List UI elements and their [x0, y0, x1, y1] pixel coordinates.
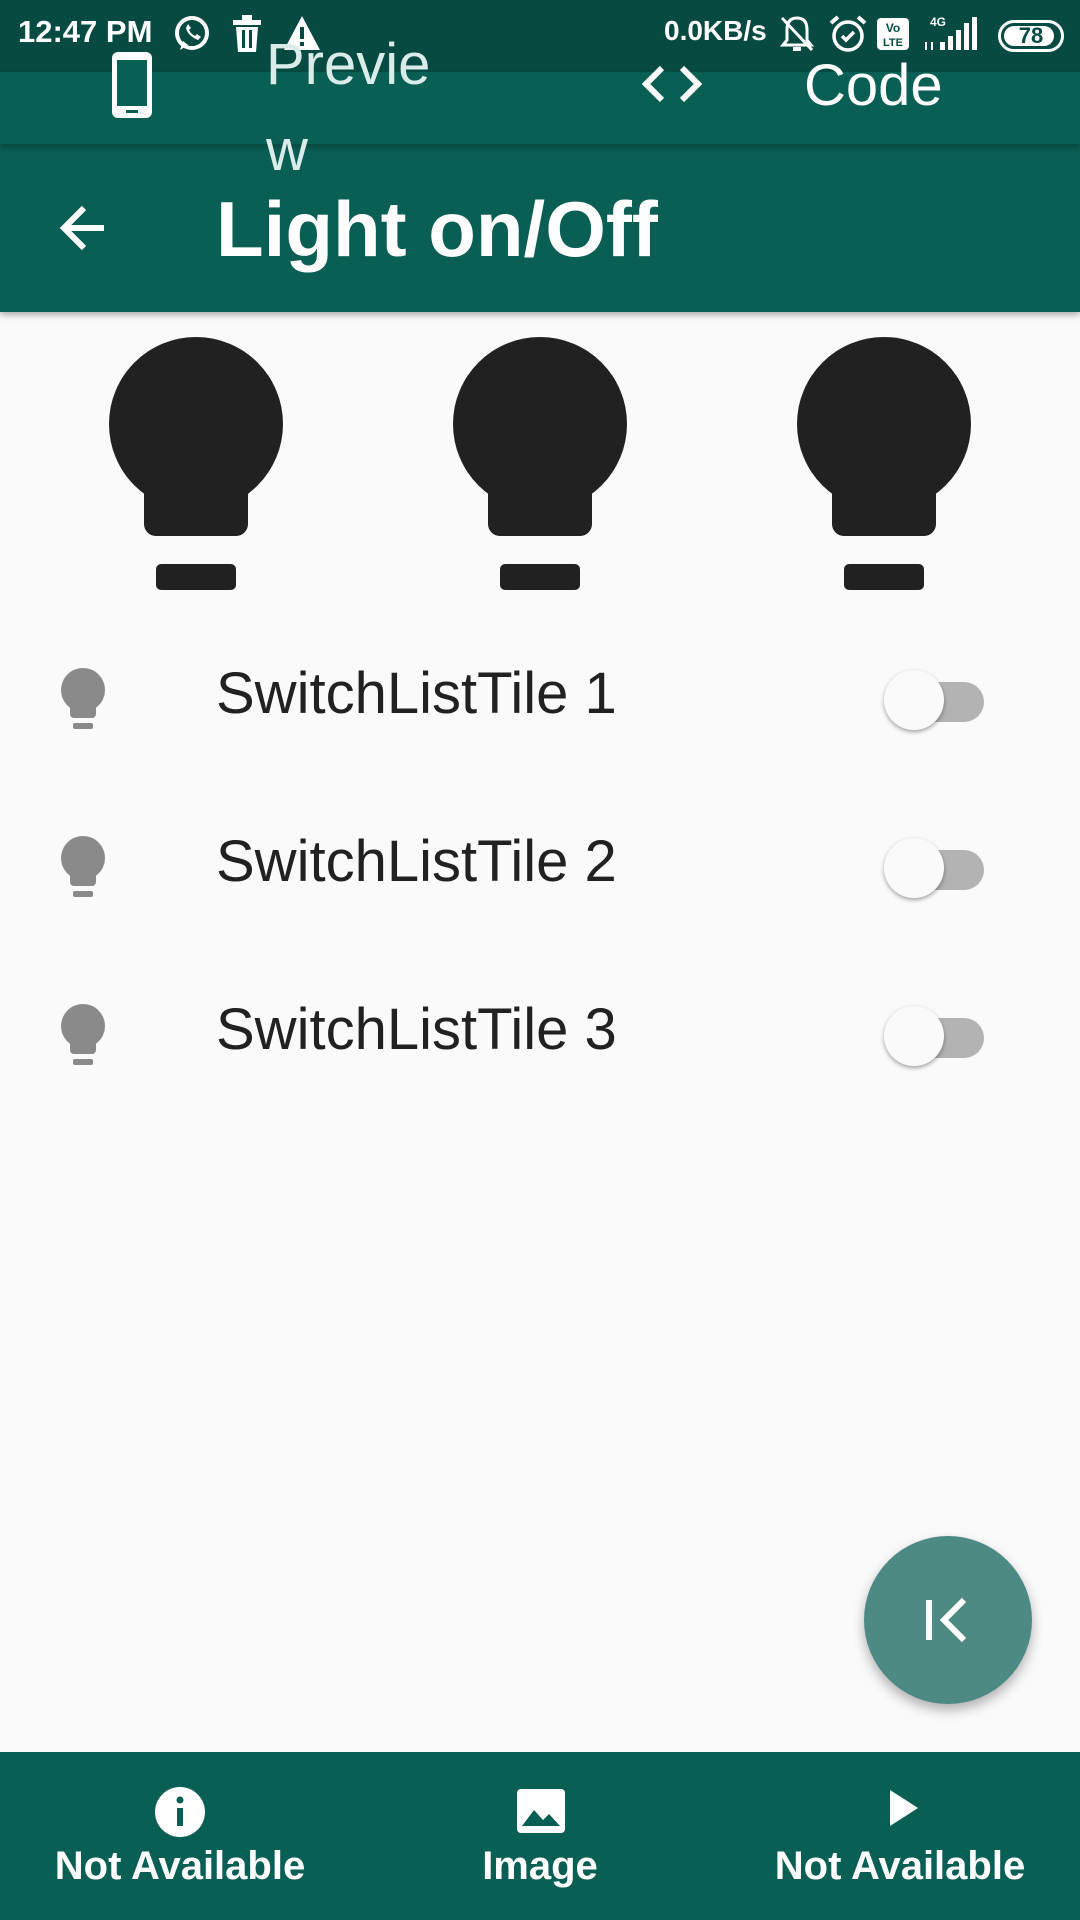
nav-item-image[interactable]: Image [400, 1752, 680, 1920]
battery-level: 78 [1018, 23, 1044, 48]
toggle-switch[interactable] [884, 1004, 994, 1066]
nav-label: Image [482, 1844, 598, 1888]
lightbulb-icon [106, 336, 286, 590]
lightbulb-icon [60, 836, 106, 903]
nav-item-run[interactable]: Not Available [760, 1752, 1040, 1920]
whatsapp-icon [172, 14, 212, 59]
phone-icon[interactable] [110, 50, 154, 125]
lightbulb-icon [450, 336, 630, 590]
image-icon [516, 1786, 566, 1841]
preview-code-tabs: Preview Code [0, 32, 1080, 183]
lightbulb-icon [60, 1004, 106, 1071]
toggle-switch[interactable] [884, 668, 994, 730]
collapse-left-icon [926, 1597, 967, 1643]
delete-icon [230, 14, 264, 59]
tab-code[interactable]: Code [804, 54, 943, 118]
app-bar: Light on/Off [0, 144, 1080, 312]
bottom-navigation: Not Available Image Not Available [0, 1752, 1080, 1920]
tile-label: SwitchListTile 1 [216, 661, 617, 726]
nav-label: Not Available [774, 1844, 1026, 1888]
back-arrow-icon[interactable] [56, 202, 108, 259]
tab-preview[interactable]: Preview [266, 22, 436, 194]
status-time: 12:47 PM [18, 14, 153, 49]
play-icon [886, 1786, 922, 1835]
network-speed: 0.0KB/s [664, 15, 767, 46]
switch-list-tile-1[interactable]: SwitchListTile 1 [0, 612, 1080, 780]
nav-item-info[interactable]: Not Available [40, 1752, 320, 1920]
nav-label: Not Available [54, 1844, 306, 1888]
network-type-label: 4G [930, 15, 946, 29]
lightbulb-icon [60, 668, 106, 735]
switch-list-tile-3[interactable]: SwitchListTile 3 [0, 948, 1080, 1116]
toggle-switch[interactable] [884, 836, 994, 898]
tile-label: SwitchListTile 2 [216, 829, 617, 894]
info-icon [154, 1786, 206, 1843]
battery-icon: 78 [998, 20, 1064, 52]
svg-text:Vo: Vo [886, 21, 900, 35]
tile-label: SwitchListTile 3 [216, 997, 617, 1062]
collapse-fab-button[interactable] [864, 1536, 1032, 1704]
page-title: Light on/Off [216, 185, 658, 273]
lightbulb-icon [794, 336, 974, 590]
svg-text:LTE: LTE [883, 37, 903, 49]
code-icon[interactable] [640, 62, 704, 111]
switch-list-tile-2[interactable]: SwitchListTile 2 [0, 780, 1080, 948]
